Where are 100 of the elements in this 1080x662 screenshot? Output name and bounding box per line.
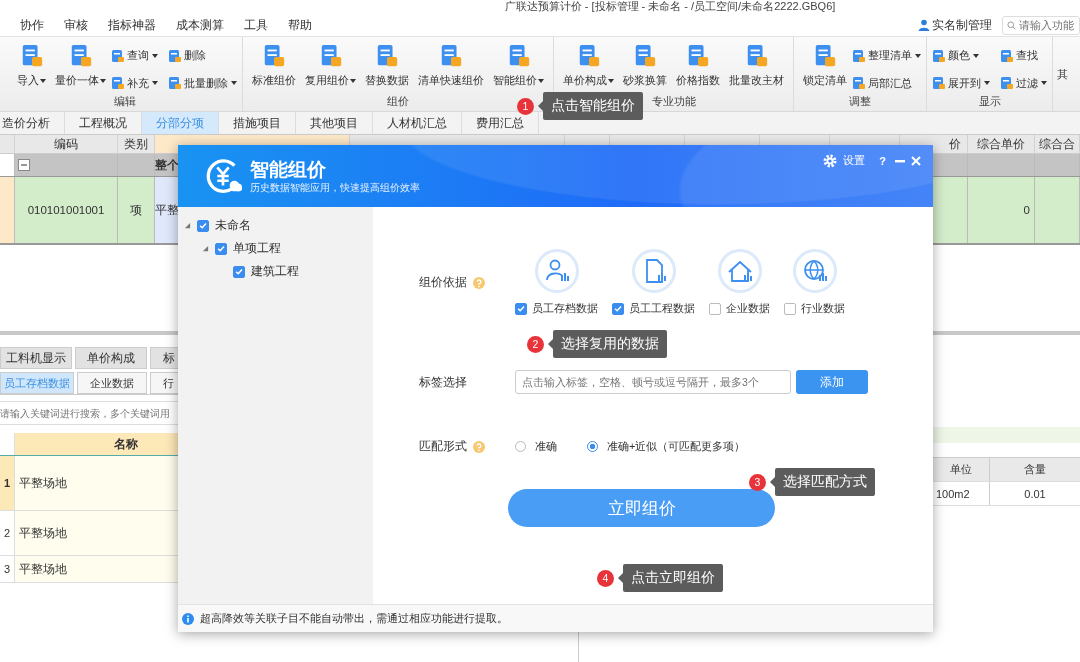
document-icon [932, 48, 946, 63]
table-cell: 010101001001 [15, 177, 118, 243]
document-icon [168, 48, 182, 63]
toolbar-button[interactable]: 导入 [13, 41, 50, 94]
toolbar-button[interactable]: 标准组价 [248, 41, 300, 94]
toolbar-button[interactable]: 批量删除 [168, 72, 237, 94]
window-title: 广联达预算计价 - [投标管理 - 未命名 - /员工空间/未命名2222.GBQ6] [504, 0, 836, 14]
toolbar-button[interactable]: 过滤 [1000, 72, 1047, 94]
tree-item-label[interactable]: 未命名 [215, 218, 251, 233]
callout-label: 选择匹配方式 [770, 468, 875, 496]
menu-item[interactable]: 指标神器 [98, 17, 166, 33]
toolbar-button[interactable]: 批量改主材 [725, 41, 788, 94]
document-icon [633, 44, 657, 68]
coin-cloud-icon [204, 157, 242, 195]
toolbar-button[interactable]: 复用组价 [301, 41, 360, 94]
checkbox[interactable] [612, 302, 624, 315]
radio-label[interactable]: 准确 [535, 439, 557, 454]
column-header: 编码 [15, 135, 118, 153]
tree-item-label[interactable]: 单项工程 [233, 241, 281, 256]
collapse-icon[interactable] [18, 159, 30, 171]
menu-item[interactable]: 协作 [10, 17, 54, 33]
group-label: 组价 [387, 94, 409, 109]
document-chart-icon [631, 249, 676, 293]
group-label: 专业功能 [651, 94, 696, 109]
table-cell: 0.01 [989, 482, 1080, 505]
account-link[interactable]: 实名制管理 [930, 17, 1002, 33]
callout-label: 点击智能组价 [538, 92, 643, 120]
document-icon [932, 76, 946, 91]
help-icon [473, 440, 485, 453]
document-icon [1000, 76, 1014, 91]
toolbar-button[interactable]: 颜色 [932, 45, 990, 67]
document-icon [375, 44, 399, 68]
checkbox[interactable] [784, 302, 796, 315]
collapse-arrow-icon[interactable] [202, 245, 209, 252]
tab[interactable]: 人材机汇总 [373, 112, 462, 134]
tab[interactable]: 单价构成 [75, 347, 147, 369]
toolbar-button[interactable]: 查询 [111, 45, 158, 67]
settings-icon[interactable] [823, 153, 838, 168]
toolbar-button[interactable]: 整理清单 [852, 45, 921, 67]
checkbox[interactable] [215, 242, 227, 255]
radio-label[interactable]: 准确+近似（可匹配更多项） [607, 439, 746, 454]
person-icon [918, 19, 930, 31]
row-number: 1 [0, 456, 15, 510]
toolbar-button[interactable]: 清单快速组价 [414, 41, 488, 94]
menu-item[interactable]: 成本测算 [166, 17, 234, 33]
tag-input-field[interactable]: 点击输入标签，空格、顿号或逗号隔开，最多3个 [515, 370, 791, 394]
checkbox[interactable] [515, 302, 527, 315]
menu-item[interactable]: 工具 [234, 17, 278, 33]
document-icon [686, 44, 710, 68]
callout-label: 选择复用的数据 [548, 330, 667, 358]
document-icon [111, 48, 125, 63]
checkbox-label[interactable]: 员工工程数据 [629, 301, 695, 316]
checkbox-label[interactable]: 企业数据 [726, 301, 770, 316]
search-icon [1007, 19, 1016, 31]
tab[interactable]: 其他项目 [296, 112, 373, 134]
toolbar-button[interactable]: 查找 [1000, 45, 1047, 67]
toolbar-button[interactable]: 锁定清单 [799, 41, 851, 94]
callout-label: 点击立即组价 [618, 564, 723, 592]
document-icon [852, 48, 866, 63]
toolbar-button[interactable]: 智能组价 [489, 41, 548, 94]
radio-button[interactable] [587, 441, 598, 452]
checkbox[interactable] [233, 265, 245, 278]
document-icon [439, 44, 463, 68]
menu-item[interactable]: 审核 [54, 17, 98, 33]
checkbox-label[interactable]: 行业数据 [801, 301, 845, 316]
document-icon [168, 76, 182, 91]
menu-item[interactable]: 帮助 [278, 17, 322, 33]
tab[interactable]: 造价分析 [0, 112, 65, 134]
document-icon [852, 76, 866, 91]
table-cell: 0 [968, 177, 1035, 243]
radio-button[interactable] [515, 441, 526, 452]
toolbar-button[interactable]: 补充 [111, 72, 158, 94]
checkbox[interactable] [709, 302, 721, 315]
document-icon [813, 44, 837, 68]
tab[interactable]: 工料机显示 [0, 347, 72, 369]
toolbar-button[interactable]: 替换数据 [361, 41, 413, 94]
toolbar-button[interactable]: 其 [1053, 66, 1068, 82]
toolbar-button[interactable]: 删除 [168, 45, 237, 67]
column-header: 含量 [989, 458, 1080, 481]
tree-item-label[interactable]: 建筑工程 [251, 264, 299, 279]
toolbar-button[interactable]: 局部汇总 [852, 72, 921, 94]
tab[interactable]: 措施项目 [219, 112, 296, 134]
search-field[interactable]: 请输入功能 [1002, 15, 1080, 35]
globe-chart-icon [792, 249, 837, 293]
tab[interactable]: 企业数据 [77, 372, 147, 394]
info-icon [182, 612, 194, 625]
footer-note: 超高降效等关联子目不能自动带出，需通过相应功能进行提取。 [200, 611, 508, 626]
collapse-arrow-icon[interactable] [184, 222, 191, 229]
toolbar-button[interactable]: 量价一体 [51, 41, 110, 94]
checkbox[interactable] [197, 219, 209, 232]
group-label: 编辑 [114, 94, 136, 109]
field-label: 标签选择 [419, 373, 467, 391]
toolbar-button[interactable]: 展开到 [932, 72, 990, 94]
document-icon [1000, 48, 1014, 63]
person-chart-icon [534, 249, 579, 293]
column-header: 综合单价 [968, 135, 1035, 153]
field-label: 匹配形式 [419, 438, 467, 455]
checkbox-label[interactable]: 员工存档数据 [532, 301, 598, 316]
close-icon[interactable] [911, 155, 921, 166]
toolbar-button[interactable]: 价格指数 [672, 41, 724, 94]
